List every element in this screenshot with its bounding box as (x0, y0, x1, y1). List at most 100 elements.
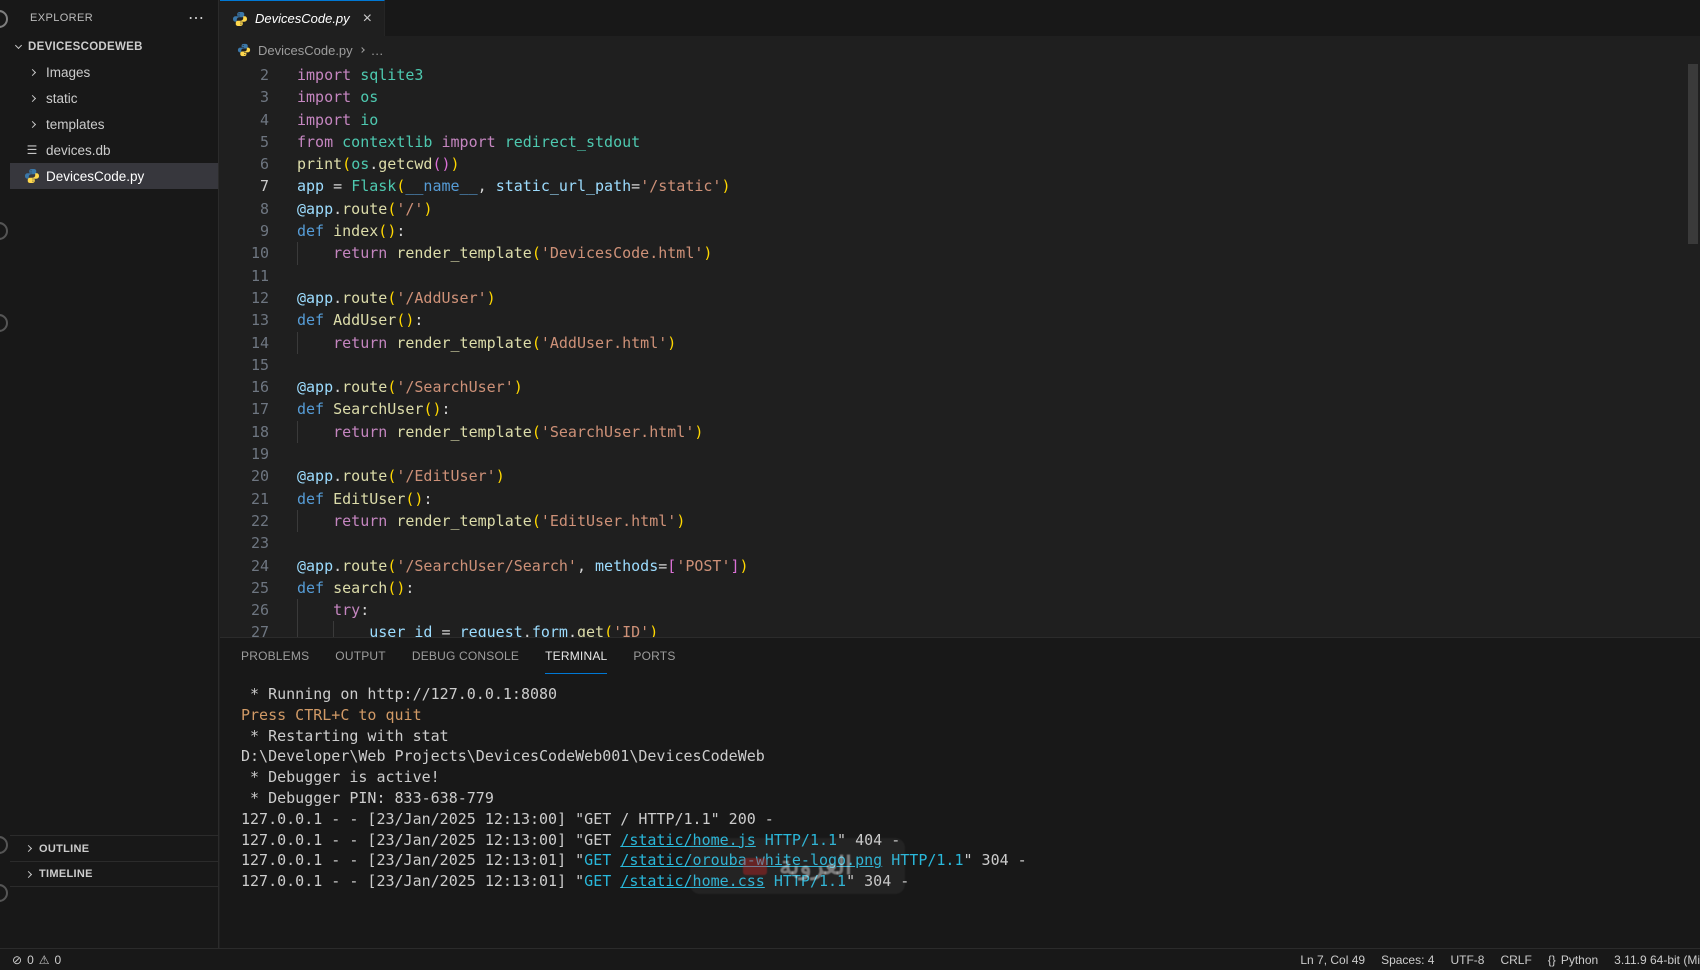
python-icon (237, 43, 251, 57)
code-text: from contextlib import redirect_stdout (297, 132, 641, 151)
chevron-down-icon (14, 41, 23, 50)
line-number: 13 (250, 311, 269, 330)
terminal-link[interactable]: /static/orouba-white-logo.png (620, 851, 882, 869)
line-number: 10 (250, 244, 269, 263)
code-line-26[interactable]: 26 try: (220, 599, 1700, 622)
code-line-13[interactable]: 13 def AddUser(): (220, 309, 1700, 331)
code-line-11[interactable]: 11 (220, 265, 1700, 287)
code-line-5[interactable]: 5 from contextlib import redirect_stdout (220, 131, 1700, 153)
timeline-section-header[interactable]: TIMELINE (10, 861, 218, 887)
vscode-window: EXPLORER ⋯ DEVICESCODEWEB Images static te… (0, 0, 1700, 970)
panel-tab-problems[interactable]: PROBLEMS (241, 638, 309, 674)
code-line-3[interactable]: 3 import os (220, 86, 1700, 108)
scrollbar-thumb[interactable] (1688, 64, 1698, 244)
status-item-spaces-4[interactable]: Spaces: 4 (1381, 953, 1434, 967)
status-item-python[interactable]: {} Python (1548, 953, 1598, 967)
panel-tab-ports[interactable]: PORTS (633, 638, 675, 674)
line-number: 15 (250, 355, 269, 374)
indent-guide (333, 621, 334, 637)
code-line-19[interactable]: 19 (220, 443, 1700, 465)
code-line-8[interactable]: 8 @app.route('/') (220, 198, 1700, 220)
more-actions-icon[interactable]: ⋯ (188, 8, 204, 28)
code-text: print(os.getcwd()) (297, 155, 460, 174)
code-text: return render_template('EditUser.html') (297, 509, 685, 533)
code-line-15[interactable]: 15 (220, 354, 1700, 376)
code-line-14[interactable]: 14 return render_template('AddUser.html'… (220, 331, 1700, 354)
code-line-20[interactable]: 20 @app.route('/EditUser') (220, 465, 1700, 487)
activity-icon-sliver[interactable] (0, 10, 8, 28)
line-number: 17 (250, 400, 269, 419)
status-right: Ln 7, Col 49 Spaces: 4 UTF-8 CRLF {} Python 3.… (1300, 953, 1700, 967)
activity-icon-sliver[interactable] (0, 836, 8, 854)
code-line-9[interactable]: 9 def index(): (220, 220, 1700, 242)
tree-item-templates[interactable]: templates (10, 111, 218, 137)
code-line-18[interactable]: 18 return render_template('SearchUser.ht… (220, 420, 1700, 444)
tab-devicescode-py[interactable]: DevicesCode.py × (220, 0, 385, 36)
outline-section-header[interactable]: OUTLINE (10, 835, 218, 861)
indent-guide (297, 621, 298, 637)
terminal-line: 127.0.0.1 - - [23/Jan/2025 12:13:01] "GE… (241, 851, 1027, 870)
tree-item-devicescode-py[interactable]: DevicesCode.py (10, 163, 218, 189)
chevron-right-icon (24, 90, 40, 106)
activity-bar[interactable] (0, 0, 10, 948)
tree-item-static[interactable]: static (10, 85, 218, 111)
editor-area: DevicesCode.py × DevicesCode.py … 2 impor… (220, 0, 1700, 948)
close-icon[interactable]: × (363, 10, 372, 27)
code-line-12[interactable]: 12 @app.route('/AddUser') (220, 287, 1700, 309)
code-line-23[interactable]: 23 (220, 532, 1700, 554)
activity-icon-sliver[interactable] (0, 884, 8, 902)
code-text: def EditUser(): (297, 489, 433, 508)
code-line-17[interactable]: 17 def SearchUser(): (220, 398, 1700, 420)
tree-item-images[interactable]: Images (10, 59, 218, 85)
bottom-panel: PROBLEMS OUTPUT DEBUG CONSOLE TERMINAL P… (220, 637, 1700, 948)
panel-tab-terminal[interactable]: TERMINAL (545, 638, 608, 674)
explorer-sidebar: EXPLORER ⋯ DEVICESCODEWEB Images static te… (10, 0, 219, 948)
database-file-icon: ☰ (26, 143, 38, 157)
activity-icon-sliver[interactable] (0, 222, 8, 240)
code-line-10[interactable]: 10 return render_template('DevicesCode.h… (220, 242, 1700, 265)
chevron-right-icon (358, 47, 365, 53)
problems-status[interactable]: ⊘ 0 ⚠ 0 (12, 953, 61, 967)
terminal-link[interactable]: /static/home.js (620, 831, 755, 849)
status-item-ln-7-col-49[interactable]: Ln 7, Col 49 (1300, 953, 1365, 967)
errors-icon: ⊘ (12, 952, 23, 967)
panel-tab-debug-console[interactable]: DEBUG CONSOLE (412, 638, 519, 674)
status-item-3-11-9-64-bit-mi[interactable]: 3.11.9 64-bit (Mi (1614, 953, 1700, 967)
workspace-root-folder[interactable]: DEVICESCODEWEB (10, 35, 218, 59)
code-line-16[interactable]: 16 @app.route('/SearchUser') (220, 376, 1700, 398)
breadcrumb-file[interactable]: DevicesCode.py (258, 43, 353, 58)
code-text: def AddUser(): (297, 311, 424, 330)
braces-icon: {} (1547, 952, 1556, 967)
breadcrumb-more[interactable]: … (371, 43, 384, 58)
activity-icon-sliver[interactable] (0, 314, 8, 332)
timeline-label: TIMELINE (39, 868, 93, 880)
code-line-4[interactable]: 4 import io (220, 109, 1700, 131)
editor-tab-bar: DevicesCode.py × (220, 0, 1700, 36)
terminal-link[interactable]: /static/home.css (620, 872, 765, 890)
code-line-22[interactable]: 22 return render_template('EditUser.html… (220, 509, 1700, 533)
line-number: 24 (250, 556, 269, 575)
line-number: 12 (250, 288, 269, 307)
tree-item-devices-db[interactable]: ☰ devices.db (10, 137, 218, 163)
line-number: 6 (259, 155, 269, 174)
code-line-2[interactable]: 2 import sqlite3 (220, 64, 1700, 86)
terminal-output[interactable]: * Running on http://127.0.0.1:8080 Press … (220, 674, 1700, 948)
terminal-line: * Debugger PIN: 833-638-779 (241, 788, 494, 807)
code-line-24[interactable]: 24 @app.route('/SearchUser/Search', metho… (220, 555, 1700, 577)
code-line-21[interactable]: 21 def EditUser(): (220, 488, 1700, 510)
code-line-25[interactable]: 25 def search(): (220, 577, 1700, 599)
status-item-utf-8[interactable]: UTF-8 (1450, 953, 1484, 967)
code-editor[interactable]: 2 import sqlite3 3 import os 4 import io 5 from… (220, 64, 1700, 637)
code-text: user_id = request.form.get('ID') (297, 621, 658, 637)
breadcrumb[interactable]: DevicesCode.py … (220, 36, 1700, 64)
status-item-crlf[interactable]: CRLF (1500, 953, 1531, 967)
code-line-27[interactable]: 27 user_id = request.form.get('ID') (220, 621, 1700, 637)
line-number: 25 (250, 578, 269, 597)
code-text: def search(): (297, 578, 415, 597)
python-icon (24, 168, 40, 184)
chevron-right-icon (24, 844, 33, 853)
code-line-7[interactable]: 7 app = Flask(__name__, static_url_path='… (220, 175, 1700, 197)
panel-tab-output[interactable]: OUTPUT (335, 638, 386, 674)
code-line-6[interactable]: 6 print(os.getcwd()) (220, 153, 1700, 175)
editor-scrollbar[interactable] (1686, 64, 1700, 637)
